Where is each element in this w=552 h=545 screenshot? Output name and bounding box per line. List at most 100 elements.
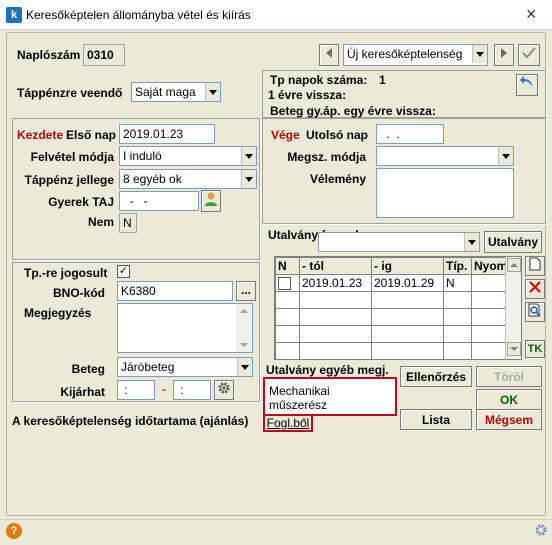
megjegyzes-textarea[interactable] [117, 303, 253, 353]
undo-arrow-icon [520, 76, 532, 87]
checkmark-icon [522, 47, 536, 59]
kezdete-title: Kezdete [17, 128, 64, 142]
row-tip-cell[interactable]: N [443, 274, 472, 292]
kijarhat-to-input[interactable]: : [173, 380, 211, 400]
gear-icon [218, 382, 230, 394]
chevron-down-icon [205, 83, 220, 101]
tp-napok-label: Tp napok száma: [270, 73, 368, 87]
beteg-value: Járóbeteg [121, 360, 175, 374]
record-type-value: Új keresőképtelenség [347, 47, 463, 61]
megsz-select[interactable] [376, 146, 514, 166]
chevron-down-icon [237, 358, 252, 376]
torol-button[interactable]: Töröl [476, 366, 542, 387]
jelleg-value: 8 egyéb ok [123, 172, 182, 186]
ok-button[interactable]: OK [476, 389, 542, 410]
gyerek-taj-input[interactable]: - - [119, 191, 199, 211]
col-ig[interactable]: - ig [371, 257, 444, 275]
new-row-button[interactable] [525, 256, 545, 276]
row-checkbox[interactable] [278, 276, 291, 290]
delete-row-button[interactable] [525, 279, 545, 299]
felvetel-select[interactable]: I induló [119, 146, 257, 166]
jelleg-select[interactable]: 8 egyéb ok [119, 169, 257, 189]
chevron-down-icon [241, 170, 256, 188]
table-row[interactable]: 2019.01.23 2019.01.29 N [275, 274, 521, 292]
felvetel-label: Felvétel módja [30, 150, 114, 164]
chevron-down-icon [510, 347, 518, 351]
vege-title: Vége [271, 128, 300, 142]
beteg-label: Beteg [71, 362, 105, 376]
felvetel-value: I induló [123, 149, 162, 163]
tp-napok-value: 1 [379, 73, 386, 87]
status-bar [0, 519, 552, 545]
megjegyzes-scrollbar[interactable] [236, 304, 252, 352]
tappenz-select[interactable]: Saját maga [131, 82, 221, 102]
naploszam-label: Naplószám [17, 48, 81, 62]
table-row [275, 325, 521, 343]
scroll-up-button[interactable] [507, 258, 521, 272]
settings-gear-icon[interactable] [534, 523, 548, 540]
egyeb-label: Utalvány egyéb megj. [266, 363, 389, 377]
arrow-right-icon [501, 48, 507, 58]
utalvany-grid: N - tól - ig Típ. Nyomt 2019.01.23 2019.… [274, 256, 522, 360]
utolso-nap-input[interactable]: . . [376, 124, 444, 144]
egyeb-textarea[interactable]: Mechanikai műszerész [263, 377, 397, 416]
col-n[interactable]: N [275, 257, 300, 275]
table-row [275, 342, 521, 359]
jelleg-label: Táppénz jellege [24, 173, 114, 187]
prev-record-button[interactable] [319, 44, 339, 66]
fogl-link[interactable]: Fogl.ből [263, 414, 313, 432]
time-settings-button[interactable] [214, 380, 234, 400]
grid-scrollbar[interactable] [505, 257, 521, 359]
gyerek-taj-label: Gyerek TAJ [48, 195, 114, 209]
bno-lookup-button[interactable]: ... [236, 281, 256, 301]
megjegyzes-label: Megjegyzés [24, 306, 92, 320]
lista-button[interactable]: Lista [400, 409, 472, 430]
tk-button[interactable]: TK [525, 340, 545, 358]
tappenz-label: Táppénzre veendő [17, 86, 123, 100]
undo-button[interactable] [516, 74, 538, 96]
arrow-left-icon [326, 48, 332, 58]
velemeny-label: Vélemény [309, 172, 366, 186]
velemeny-textarea[interactable] [376, 168, 514, 218]
utalvany-button[interactable]: Utalvány [484, 231, 542, 253]
grid-header-row: N - tól - ig Típ. Nyomt [275, 257, 521, 275]
title-bar: k Keresőképtelen állományba vétel és kií… [0, 0, 552, 30]
elso-nap-label: Első nap [66, 128, 117, 142]
nem-field: N [119, 213, 137, 233]
confirm-button[interactable] [518, 44, 540, 66]
row-ig-cell[interactable]: 2019.01.29 [371, 274, 444, 292]
chevron-down-icon [472, 45, 487, 63]
jogosult-checkbox[interactable]: ✓ [117, 265, 130, 278]
col-tip[interactable]: Típ. [443, 257, 472, 275]
preview-button[interactable] [525, 302, 545, 322]
ellenorzes-button[interactable]: Ellenőrzés [400, 366, 472, 387]
utalvany-formula-label: Utalvány formula [268, 228, 366, 242]
close-icon[interactable]: × [526, 4, 537, 24]
chevron-down-icon [464, 233, 479, 251]
next-record-button[interactable] [494, 44, 514, 66]
col-tol[interactable]: - tól [299, 257, 372, 275]
megsem-button[interactable]: Mégsem [476, 409, 542, 430]
utalvany-formula-select[interactable] [318, 232, 480, 252]
jogosult-label: Tp.-re jogosult [24, 266, 108, 280]
row-checkbox-cell[interactable] [275, 274, 300, 292]
record-type-select[interactable]: Új keresőképtelenség [343, 44, 488, 66]
table-row [275, 308, 521, 326]
chevron-up-icon [510, 263, 518, 267]
magnifier-document-icon [528, 303, 541, 317]
egy-eve-label: 1 évre vissza: [268, 88, 347, 102]
elso-nap-input[interactable]: 2019.01.23 [119, 124, 215, 144]
help-question-icon[interactable]: ? [6, 523, 22, 539]
scroll-arrows-icon [240, 309, 248, 347]
new-document-icon [529, 257, 541, 271]
person-lookup-button[interactable] [201, 190, 221, 212]
gear-icon [535, 524, 547, 536]
delete-x-icon [529, 281, 541, 293]
beteg-select[interactable]: Járóbeteg [117, 357, 253, 377]
kijarhat-from-input[interactable]: : [117, 380, 155, 400]
naploszam-field: 0310 [83, 44, 125, 66]
row-tol-cell[interactable]: 2019.01.23 [299, 274, 372, 292]
bno-input[interactable]: K6380 [117, 281, 233, 301]
scroll-down-button[interactable] [507, 342, 521, 356]
bno-label: BNO-kód [53, 286, 105, 300]
